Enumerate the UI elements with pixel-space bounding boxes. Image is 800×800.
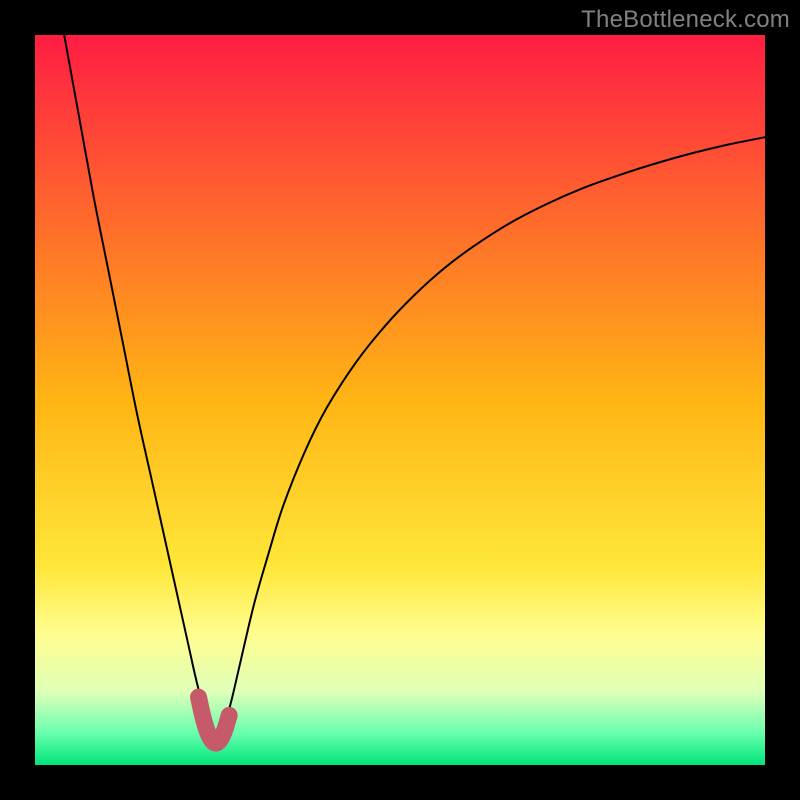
chart-frame: TheBottleneck.com: [0, 0, 800, 800]
bottleneck-chart: [0, 0, 800, 800]
chart-background: [35, 35, 765, 765]
